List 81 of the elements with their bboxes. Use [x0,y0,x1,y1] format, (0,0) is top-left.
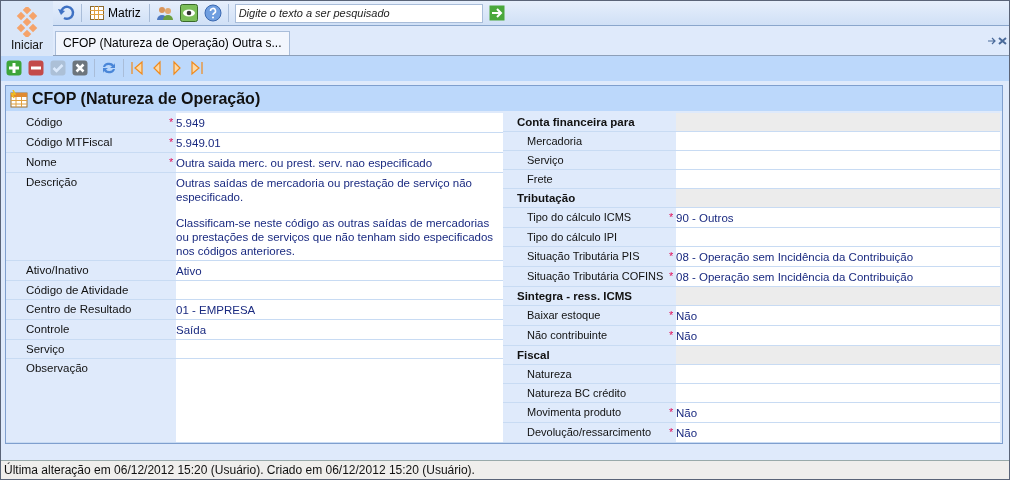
required-marker: * [669,211,675,224]
add-button[interactable] [6,60,22,77]
field-value[interactable]: Não [676,423,1000,443]
field-value[interactable]: Saída [176,320,503,340]
field-value[interactable]: Ativo [176,261,503,281]
document-tab[interactable]: CFOP (Natureza de Operação) Outra s... [55,30,290,55]
field-label: Tipo do cálculo IPI [526,230,619,246]
field-value[interactable] [676,151,1000,170]
field-label: Mercadoria [526,134,584,150]
users-button[interactable] [155,5,174,21]
section-heading: Conta financeira para [516,115,636,131]
field-label: Serviço [25,342,66,358]
undo-button[interactable] [57,4,75,22]
pin-button[interactable] [988,36,997,45]
close-button[interactable] [998,36,1007,45]
field-value[interactable] [176,281,503,300]
grid-icon [90,6,104,20]
help-button[interactable] [203,4,222,22]
field-value[interactable] [676,228,1000,247]
required-marker: * [669,270,675,283]
field-label: Observação [25,361,89,377]
last-button[interactable] [190,60,204,77]
logo-icon [14,7,40,37]
field-label: Baixar estoque [526,308,602,324]
field-label: Código [25,115,64,131]
field-label: Ativo/Inativo [25,263,90,279]
field-label: Centro de Resultado [25,302,133,318]
required-marker: * [169,156,175,169]
required-marker: * [669,329,675,342]
required-marker: * [169,116,175,129]
field-value[interactable]: Não [676,403,1000,423]
required-marker: * [669,406,675,419]
field-value[interactable]: 90 - Outros [676,208,1000,228]
field-label: Tipo do cálculo ICMS [526,210,633,226]
field-label: Devolução/ressarcimento [526,425,653,441]
field-label: Controle [25,322,71,338]
field-label: Frete [526,172,554,188]
search-field[interactable]: Digite o texto a ser pesquisado [234,3,483,23]
field-value[interactable] [676,365,1000,384]
field-label: Descrição [25,175,79,191]
field-value[interactable]: 5.949.01 [176,133,503,153]
required-marker: * [669,426,675,439]
field-value[interactable]: Outras saídas de mercadoria ou prestação de serviço não especificado. Classificam-se neste código as outras saídas de mercadorias ou prestações de serviços que não tenham sido especificados nos códigos anteriores. [176,173,503,261]
table-icon [10,89,28,108]
field-label: Movimenta produto [526,405,623,421]
field-value[interactable] [676,132,1000,151]
required-marker: * [669,250,675,263]
field-label: Nome [25,155,58,171]
first-button[interactable] [130,60,144,77]
field-value[interactable]: 08 - Operação sem Incidência da Contribuição [676,267,1000,287]
start-label[interactable]: Iniciar [11,37,43,52]
field-value[interactable]: Não [676,306,1000,326]
field-label: Não contribuinte [526,328,609,344]
field-value[interactable] [176,359,503,443]
matrix-button[interactable]: Matriz [88,6,143,20]
field-label: Natureza [526,367,573,383]
field-label: Situação Tributária COFINS [526,269,665,285]
field-value[interactable] [176,340,503,359]
field-value[interactable]: 08 - Operação sem Incidência da Contribuição [676,247,1000,267]
field-value[interactable]: Não [676,326,1000,346]
view-button[interactable] [179,4,198,22]
field-value[interactable]: 01 - EMPRESA [176,300,503,320]
section-heading: Fiscal [516,348,551,364]
field-label: Serviço [526,153,565,169]
go-button[interactable] [488,5,505,21]
field-value[interactable] [676,170,1000,189]
field-value[interactable]: 5.949 [176,113,503,133]
form-title: CFOP (Natureza de Operação) [32,89,261,108]
field-value[interactable] [676,384,1000,403]
field-label: Código de Atividade [25,283,130,299]
remove-button[interactable] [28,60,44,77]
required-marker: * [669,309,675,322]
section-heading: Sintegra - ress. ICMS [516,289,634,305]
cancel-button[interactable] [72,60,88,77]
field-value[interactable]: Outra saida merc. ou prest. serv. nao especificado [176,153,503,173]
status-text: Última alteração em 06/12/2012 15:20 (Usuário). Criado em 06/12/2012 15:20 (Usuário). [4,463,475,478]
field-label: Código MTFiscal [25,135,114,151]
section-heading: Tributação [516,191,577,207]
field-label: Situação Tributária PIS [526,249,641,265]
required-marker: * [169,136,175,149]
field-label: Natureza BC crédito [526,386,628,402]
